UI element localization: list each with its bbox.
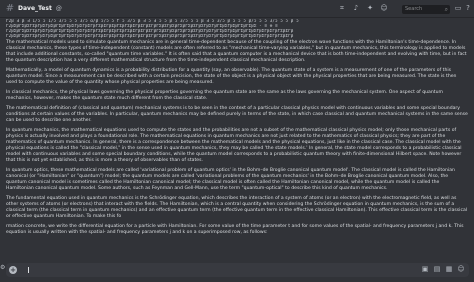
- message-paragraph: In quantum optics, these mathematical mo…: [6, 168, 455, 191]
- search-placeholder: Search: [405, 6, 423, 12]
- message-paragraph: The mathematical definition of (classica…: [6, 106, 468, 123]
- members-icon[interactable]: ☺: [380, 5, 388, 12]
- composer-toolbar: ▣ ▤ ▦ ☺: [421, 266, 465, 273]
- sticker-icon[interactable]: ▦: [445, 266, 453, 273]
- emoji-icon[interactable]: ☺: [457, 266, 465, 273]
- channel-name: Dave_Test: [18, 5, 52, 12]
- message-garbled-line: Γ2βΣβΓΣβΣΓΣβΓβΣΓβΣβΓΣβΓΣβΣΓβΣΓβΣΓβΓΣβΣΓβ…: [6, 34, 294, 39]
- message-paragraph: The mathematical models used to simulate…: [6, 40, 467, 63]
- gif-icon[interactable]: ▤: [433, 266, 441, 273]
- message-list: Γ2β Ǝ β Ǝ 1/ɔ ɔ 1/ɔ 3/ɔ ɔ ɔ 3/ɔ α/β ɔ/ɔ …: [6, 19, 468, 255]
- message-paragraph: Mathematically, a model of quantum dynam…: [6, 68, 457, 85]
- threads-icon[interactable]: ⌗: [338, 5, 346, 12]
- add-attachment-button[interactable]: +: [9, 266, 17, 274]
- text-cursor: [28, 267, 29, 273]
- search-input[interactable]: Search ⌕: [402, 5, 450, 14]
- channel-header: # Dave_Test @ ⌗ ♪ ✦ ☺ Search ⌕ ▭ ?: [0, 0, 474, 18]
- message-paragraph: The fundamental equation used in quantum…: [6, 196, 468, 219]
- message-paragraph: In classical mechanics, the physical law…: [6, 90, 443, 101]
- header-toolbar: ⌗ ♪ ✦ ☺: [338, 5, 388, 12]
- bell-icon[interactable]: ♪: [352, 5, 360, 12]
- help-icon[interactable]: ?: [464, 5, 472, 12]
- inbox-icon[interactable]: ▭: [454, 5, 462, 12]
- message-composer[interactable]: + ▣ ▤ ▦ ☺: [6, 263, 469, 277]
- gift-icon[interactable]: ▣: [421, 266, 429, 273]
- message-paragraph: rmation concrete, we write the different…: [6, 224, 464, 235]
- search-icon: ⌕: [444, 6, 448, 13]
- pin-icon[interactable]: ✦: [366, 5, 374, 12]
- at-icon[interactable]: @: [55, 5, 63, 12]
- message-paragraph: In quantum mechanics, the mathematical e…: [6, 128, 462, 163]
- channel-hash-icon: #: [5, 3, 15, 14]
